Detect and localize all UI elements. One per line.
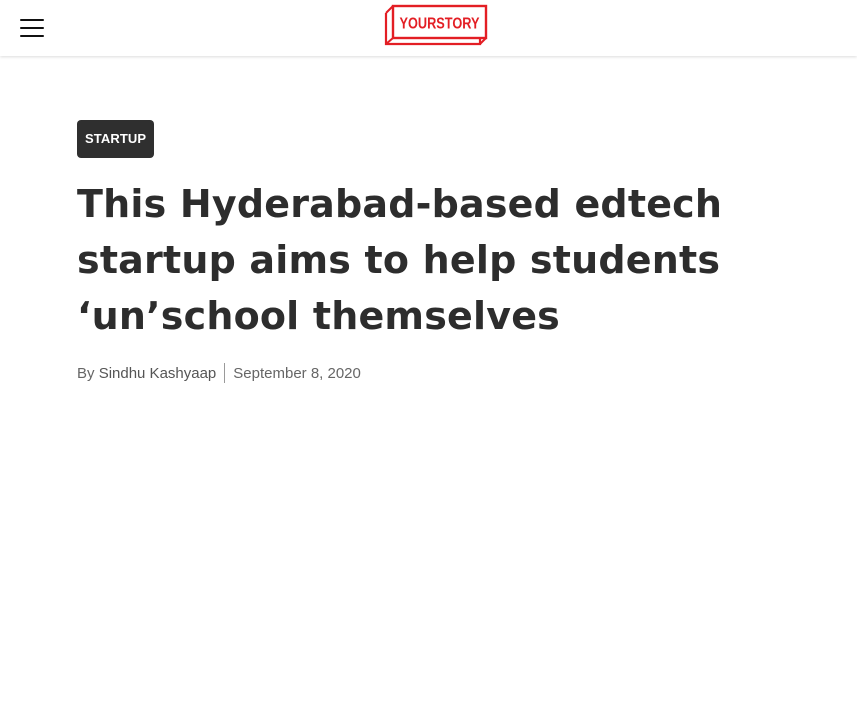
menu-line <box>20 19 44 21</box>
top-navigation-bar: YOURSTORY <box>0 0 857 56</box>
logo-text: YOURSTORY <box>400 16 480 33</box>
category-badge[interactable]: STARTUP <box>77 120 155 158</box>
article-header: STARTUP This Hyderabad-based edtech star… <box>77 120 777 384</box>
publish-date: September 8, 2020 <box>233 364 361 382</box>
hamburger-menu-icon[interactable] <box>18 16 46 40</box>
yourstory-logo-graphic: YOURSTORY <box>384 4 488 46</box>
menu-line <box>20 27 44 29</box>
menu-line <box>20 35 44 37</box>
article-title: This Hyderabad-based edtech startup aims… <box>77 182 723 338</box>
meta-divider <box>224 363 226 383</box>
byline-prefix: By <box>77 364 99 382</box>
article-meta: By Sindhu Kashyaap September 8, 2020 <box>77 362 777 384</box>
author-link[interactable]: Sindhu Kashyaap <box>99 365 217 382</box>
yourstory-logo[interactable]: YOURSTORY <box>384 4 489 46</box>
